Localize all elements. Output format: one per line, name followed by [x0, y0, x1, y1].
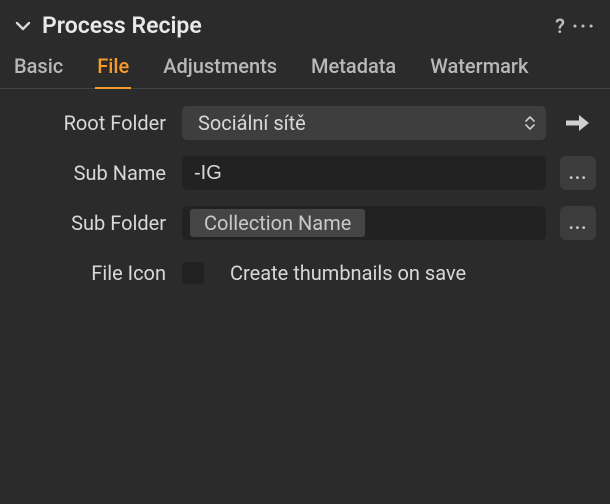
tab-watermark[interactable]: Watermark: [430, 54, 528, 88]
panel-title: Process Recipe: [42, 12, 548, 39]
label-sub-name: Sub Name: [0, 161, 182, 185]
tab-file[interactable]: File: [97, 54, 129, 88]
row-file-icon: File Icon Create thumbnails on save: [0, 255, 596, 291]
chevron-down-icon: [14, 17, 32, 35]
root-folder-value: Sociální sítě: [198, 111, 306, 135]
label-sub-folder: Sub Folder: [0, 211, 182, 235]
ellipsis-icon: ...: [569, 163, 588, 184]
tab-bar: Basic File Adjustments Metadata Watermar…: [0, 49, 610, 89]
tab-adjustments[interactable]: Adjustments: [163, 54, 277, 88]
process-recipe-panel: Process Recipe ? ··· Basic File Adjustme…: [0, 0, 610, 504]
sub-name-input[interactable]: [182, 156, 546, 190]
arrow-right-icon: [565, 114, 591, 132]
help-button[interactable]: ?: [548, 14, 572, 38]
root-folder-select[interactable]: Sociální sítě: [182, 106, 546, 140]
collapse-toggle[interactable]: [12, 15, 34, 37]
row-sub-name: Sub Name ...: [0, 155, 596, 191]
goto-folder-button[interactable]: [560, 106, 596, 140]
updown-icon: [524, 115, 536, 131]
row-sub-folder: Sub Folder Collection Name ...: [0, 205, 596, 241]
tab-metadata[interactable]: Metadata: [311, 54, 396, 88]
sub-name-more-button[interactable]: ...: [560, 156, 596, 190]
more-button[interactable]: ···: [572, 14, 596, 38]
thumbnails-checkbox[interactable]: [182, 262, 204, 284]
sub-folder-field[interactable]: Collection Name: [182, 206, 546, 240]
row-root-folder: Root Folder Sociální sítě: [0, 105, 596, 141]
thumbnails-label: Create thumbnails on save: [230, 261, 466, 285]
label-root-folder: Root Folder: [0, 111, 182, 135]
tab-basic[interactable]: Basic: [14, 54, 63, 88]
sub-folder-token: Collection Name: [190, 209, 365, 237]
ellipsis-icon: ...: [569, 213, 588, 234]
label-file-icon: File Icon: [0, 261, 182, 285]
panel-header: Process Recipe ? ···: [0, 6, 610, 49]
sub-folder-more-button[interactable]: ...: [560, 206, 596, 240]
file-form: Root Folder Sociální sítě: [0, 89, 610, 291]
